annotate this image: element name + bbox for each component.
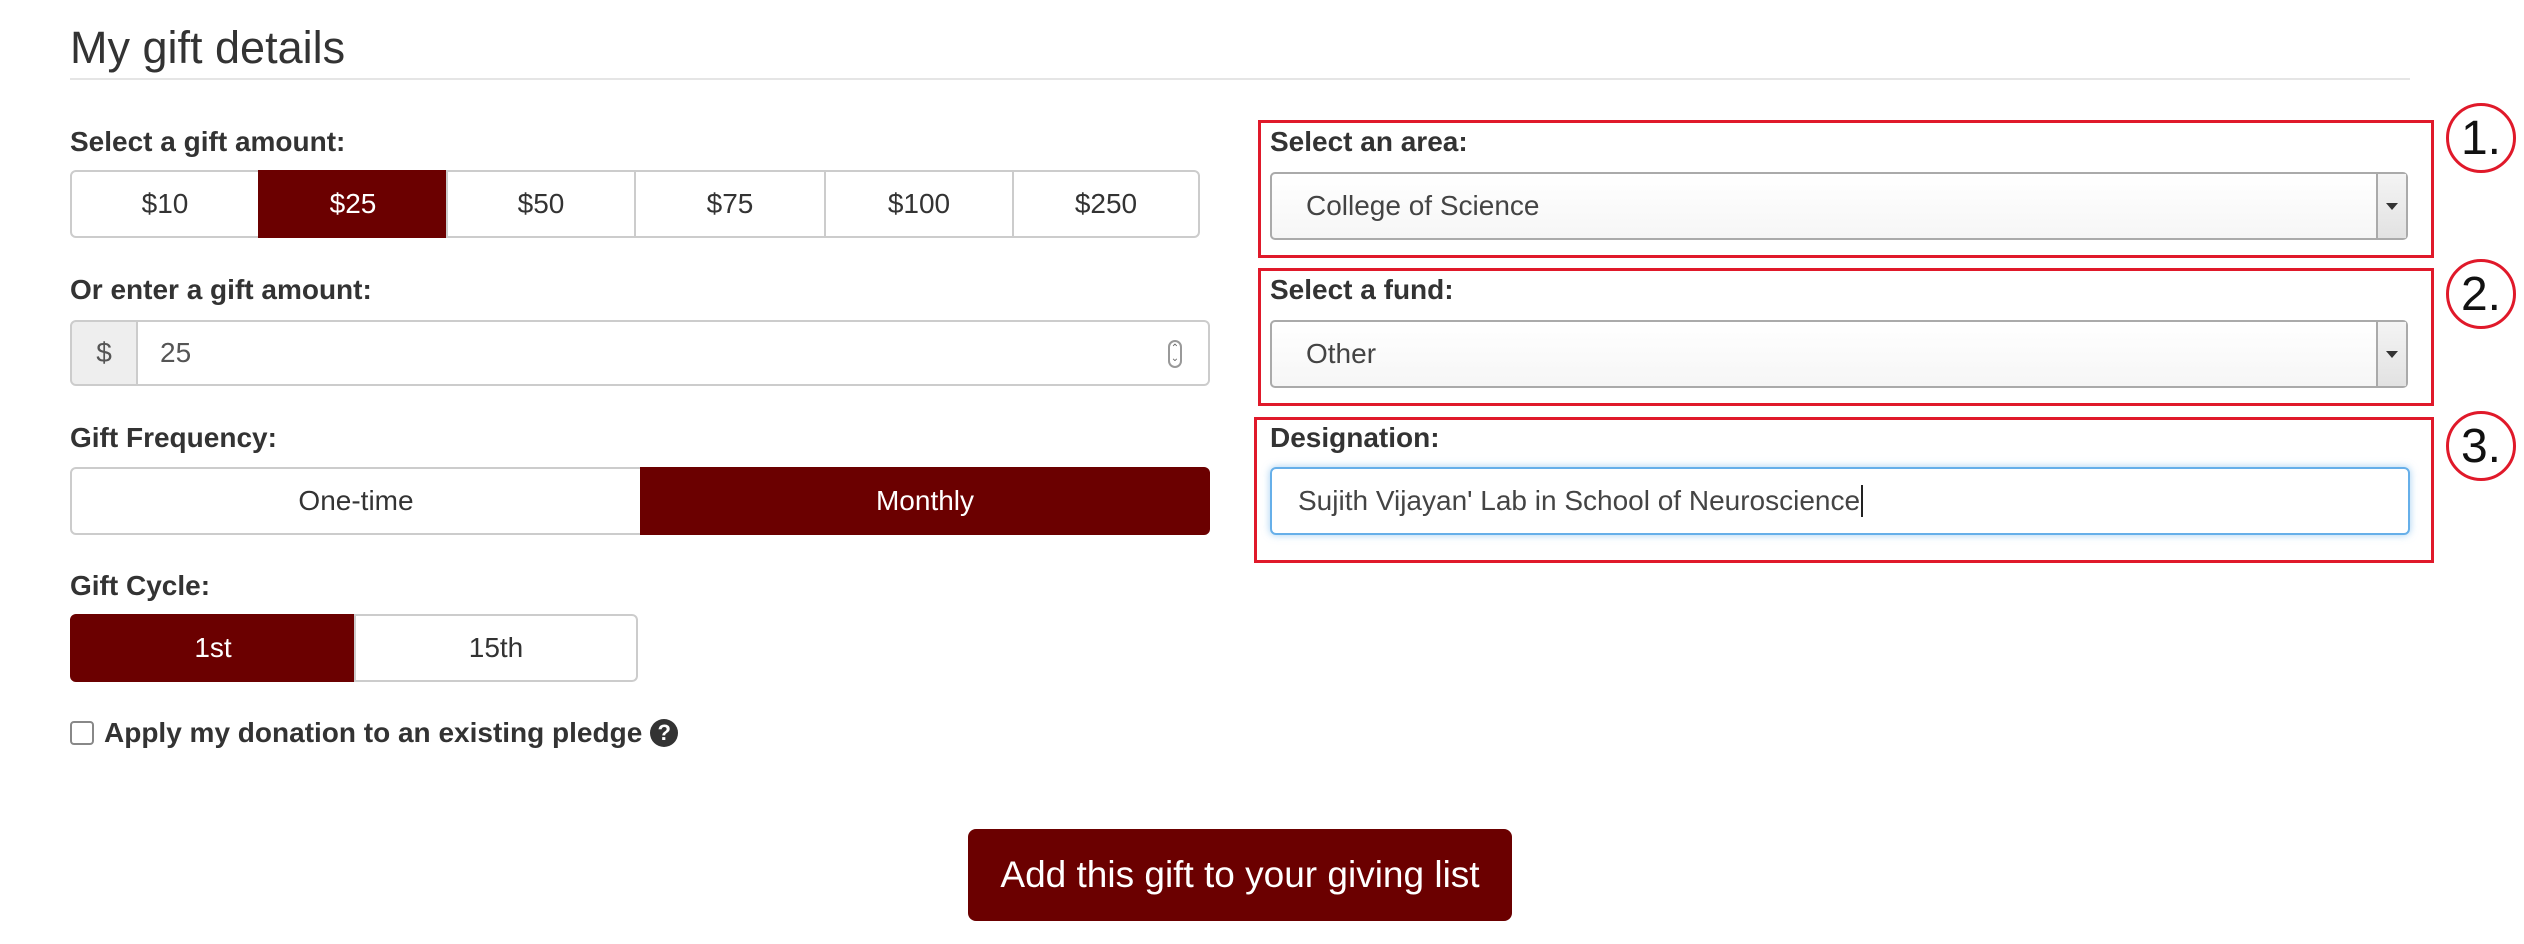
designation-label: Designation: xyxy=(1270,422,1440,453)
pledge-label[interactable]: Apply my donation to an existing pledge xyxy=(104,717,642,749)
amount-button-25[interactable]: $25 xyxy=(258,170,448,238)
gift-frequency-buttons: One-time Monthly xyxy=(70,467,1210,535)
amount-button-250[interactable]: $250 xyxy=(1012,170,1200,238)
frequency-monthly-button[interactable]: Monthly xyxy=(640,467,1210,535)
amount-button-100[interactable]: $100 xyxy=(824,170,1014,238)
cycle-1st-button[interactable]: 1st xyxy=(70,614,356,682)
fund-select-value: Other xyxy=(1306,338,1377,369)
cycle-15th-button[interactable]: 15th xyxy=(354,614,638,682)
fund-dropdown-icon[interactable] xyxy=(2376,322,2406,386)
annotation-number-3: 3. xyxy=(2446,411,2516,481)
custom-amount-input[interactable]: 25 ⌃ ⌄ xyxy=(138,320,1210,386)
pledge-row: Apply my donation to an existing pledge … xyxy=(70,717,679,749)
frequency-one-time-button[interactable]: One-time xyxy=(70,467,642,535)
area-dropdown-icon[interactable] xyxy=(2376,174,2406,238)
amount-button-10[interactable]: $10 xyxy=(70,170,260,238)
number-spinner-icon[interactable]: ⌃ ⌄ xyxy=(1168,340,1182,368)
area-label: Select an area: xyxy=(1270,126,1468,157)
title-divider xyxy=(70,78,2410,80)
pledge-checkbox[interactable] xyxy=(70,721,94,745)
custom-amount-group: $ 25 ⌃ ⌄ xyxy=(70,320,1210,386)
amount-button-50[interactable]: $50 xyxy=(446,170,636,238)
fund-select[interactable]: Other xyxy=(1270,320,2408,388)
area-select[interactable]: College of Science xyxy=(1270,172,2408,240)
section-title: My gift details xyxy=(70,22,346,73)
gift-cycle-label: Gift Cycle: xyxy=(70,570,211,601)
question-circle-icon[interactable]: ? xyxy=(650,719,679,747)
custom-amount-label: Or enter a gift amount: xyxy=(70,274,372,305)
text-caret xyxy=(1861,485,1864,517)
gift-cycle-buttons: 1st 15th xyxy=(70,614,638,682)
annotation-number-1: 1. xyxy=(2446,103,2516,173)
add-gift-button[interactable]: Add this gift to your giving list xyxy=(968,829,1512,921)
custom-amount-value: 25 xyxy=(160,337,192,368)
annotation-number-2: 2. xyxy=(2446,259,2516,329)
gift-frequency-label: Gift Frequency: xyxy=(70,422,277,453)
gift-amount-label: Select a gift amount: xyxy=(70,126,346,157)
fund-label: Select a fund: xyxy=(1270,274,1454,305)
designation-value: Sujith Vijayan' Lab in School of Neurosc… xyxy=(1298,485,1861,516)
area-select-value: College of Science xyxy=(1306,190,1540,221)
currency-addon: $ xyxy=(70,320,138,386)
designation-input[interactable]: Sujith Vijayan' Lab in School of Neurosc… xyxy=(1270,467,2410,535)
gift-amount-buttons: $10 $25 $50 $75 $100 $250 xyxy=(70,170,1200,238)
amount-button-75[interactable]: $75 xyxy=(634,170,826,238)
